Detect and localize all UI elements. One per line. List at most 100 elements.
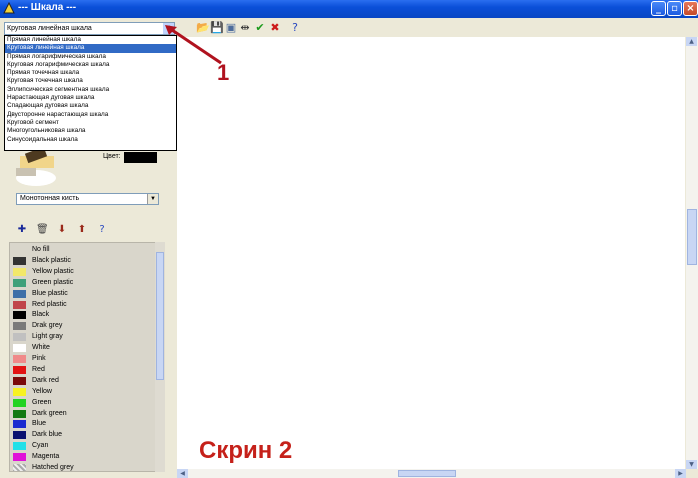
material-label: Pink [32, 355, 46, 362]
material-swatch [13, 376, 26, 385]
scroll-left-icon[interactable]: ◀ [177, 469, 188, 478]
dropdown-option[interactable]: Двусторонне нарастающая шкала [5, 111, 176, 119]
material-label: Green plastic [32, 278, 74, 286]
material-item[interactable]: Magenta [10, 451, 156, 462]
scroll-up-icon[interactable]: ▲ [686, 37, 697, 46]
material-swatch [13, 246, 26, 254]
dropdown-option[interactable]: Эллипсическая сегментная шкала [5, 86, 176, 94]
screen-label: Скрин 2 [199, 437, 293, 464]
material-label: Cyan [32, 442, 49, 450]
material-label: Dark green [32, 409, 67, 417]
scroll-down-icon[interactable]: ▼ [686, 460, 697, 469]
material-item[interactable]: White [10, 342, 156, 353]
scroll-thumb[interactable] [687, 209, 697, 265]
material-item[interactable]: Black [10, 309, 156, 320]
app-icon [3, 2, 15, 14]
material-item[interactable]: Light gray [10, 331, 156, 342]
material-swatch [13, 278, 26, 287]
dropdown-option[interactable]: Круговая линейная шкала [5, 44, 176, 53]
material-label: Red plastic [32, 300, 67, 308]
material-label: No fill [32, 246, 50, 253]
vertical-scrollbar[interactable]: ▲ ▼ [686, 37, 698, 469]
scale-type-dropdown[interactable]: Прямая линейная шкала Круговая линейная ш… [4, 35, 177, 151]
material-list[interactable]: No fill Black plastic Yellow plastic Green … [9, 242, 165, 472]
material-label: Yellow plastic [32, 267, 74, 275]
scroll-thumb[interactable] [156, 252, 164, 380]
dropdown-option[interactable]: Круговая точечная шкала [5, 77, 176, 85]
material-label: Dark blue [32, 431, 62, 439]
scroll-right-icon[interactable]: ▶ [675, 469, 686, 478]
material-item[interactable]: Green plastic [10, 277, 156, 288]
material-item[interactable]: Cyan [10, 440, 156, 451]
material-item[interactable]: Blue plastic [10, 288, 156, 299]
horizontal-scrollbar[interactable]: ◀ ▶ [177, 469, 686, 478]
material-item[interactable]: Green [10, 397, 156, 408]
material-label: Dark red [32, 376, 59, 384]
material-swatch [13, 387, 26, 396]
material-item[interactable]: Yellow [10, 386, 156, 397]
material-label: Blue plastic [32, 289, 68, 297]
material-swatch [13, 333, 26, 342]
material-item[interactable]: Yellow plastic [10, 266, 156, 277]
material-item[interactable]: Dark red [10, 375, 156, 386]
help-icon[interactable]: ? [96, 224, 108, 236]
move-up-icon[interactable]: ⬆ [76, 224, 88, 236]
material-item[interactable]: Dark blue [10, 429, 156, 440]
material-label: Blue [32, 420, 47, 428]
preview-canvas[interactable] [177, 37, 685, 469]
close-button[interactable]: × [683, 1, 698, 16]
material-item[interactable]: Drak grey [10, 320, 156, 331]
add-icon[interactable]: ✚ [16, 224, 28, 236]
material-swatch [13, 311, 26, 320]
dropdown-option[interactable]: Круговая логарифмическая шкала [5, 61, 176, 69]
dropdown-option[interactable]: Спадающая дуговая шкала [5, 102, 176, 110]
dropdown-option[interactable]: Прямая логарифмическая шкала [5, 53, 176, 61]
material-swatch [13, 453, 26, 462]
dropdown-option[interactable]: Круговой сегмент [5, 119, 176, 127]
material-swatch [13, 420, 26, 429]
brush-type-select[interactable]: Монотонная кисть ▼ [16, 193, 159, 205]
dropdown-option[interactable]: Нарастающая дуговая шкала [5, 94, 176, 102]
color-label: Цвет: [103, 153, 121, 160]
scroll-thumb[interactable] [398, 470, 456, 477]
fit-icon[interactable]: ⇹ [238, 21, 252, 35]
material-item[interactable]: Hatched grey [10, 462, 156, 471]
help-icon[interactable]: ? [288, 21, 302, 35]
material-item[interactable]: Blue [10, 418, 156, 429]
material-label: Black plastic [32, 256, 71, 264]
dropdown-option[interactable]: Прямая точечная шкала [5, 69, 176, 77]
material-swatch [13, 398, 26, 407]
chevron-down-icon[interactable]: ▼ [147, 194, 158, 204]
move-down-icon[interactable]: ⬇ [56, 224, 68, 236]
minimize-button[interactable]: _ [651, 1, 666, 16]
material-swatch [13, 442, 26, 451]
material-list-scrollbar[interactable] [155, 242, 165, 472]
material-swatch [13, 344, 26, 353]
material-swatch [13, 431, 26, 440]
material-swatch [13, 322, 26, 331]
trash-icon[interactable]: 🗑 [36, 224, 49, 236]
material-item[interactable]: No fill [10, 244, 156, 255]
scale-type-select[interactable]: Круговая линейная шкала ▼ [4, 22, 175, 35]
material-item[interactable]: Dark green [10, 408, 156, 419]
material-label: Yellow [32, 387, 52, 395]
material-item[interactable]: Pink [10, 353, 156, 364]
dropdown-option[interactable]: Синусоидальная шкала [5, 136, 176, 144]
delete-icon[interactable]: ✖ [268, 21, 282, 35]
material-swatch [13, 464, 26, 471]
ok-icon[interactable]: ✔ [253, 21, 267, 35]
color-swatch[interactable] [124, 152, 157, 163]
material-swatch [13, 267, 26, 276]
material-label: Red [32, 365, 45, 373]
material-item[interactable]: Red plastic [10, 299, 156, 310]
material-label: Magenta [32, 453, 60, 461]
dropdown-option[interactable]: Прямая линейная шкала [5, 36, 176, 44]
dropdown-option[interactable]: Многоугольниковая шкала [5, 127, 176, 135]
material-swatch [13, 256, 26, 265]
annotation-number: 1 [217, 60, 230, 85]
material-swatch [13, 300, 26, 309]
material-item[interactable]: Red [10, 364, 156, 375]
maximize-button[interactable]: ▫ [667, 1, 682, 16]
material-item[interactable]: Black plastic [10, 255, 156, 266]
scale-type-selected: Круговая линейная шкала [7, 25, 92, 32]
